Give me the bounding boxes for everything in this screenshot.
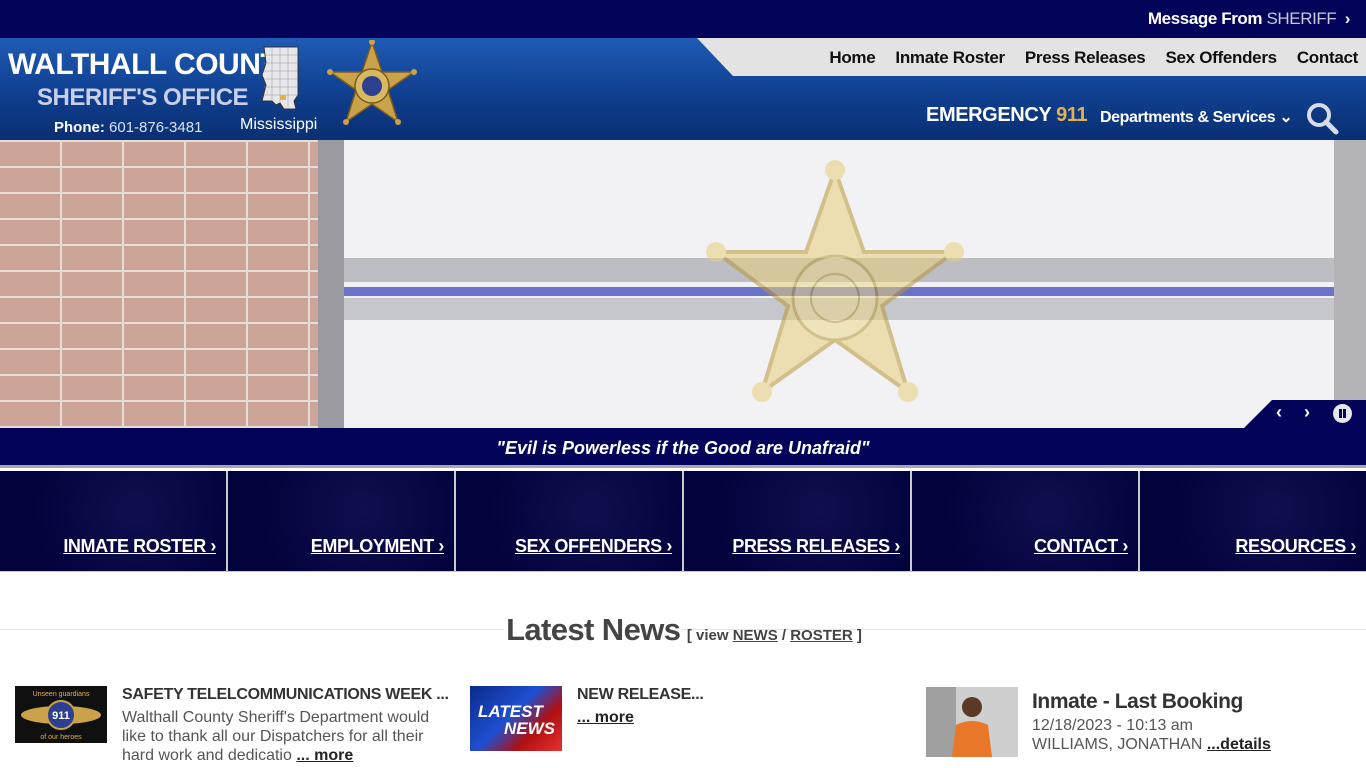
nav-home[interactable]: Home xyxy=(829,48,875,68)
state-label: Mississippi xyxy=(240,116,318,133)
nav-sex-offenders[interactable]: Sex Offenders xyxy=(1165,48,1277,68)
search-icon[interactable] xyxy=(1305,101,1339,135)
emergency-info: EMERGENCY 911 xyxy=(926,104,1088,127)
thumb-top-text: Unseen guardians xyxy=(33,691,90,698)
inmate-photo[interactable] xyxy=(926,687,1018,757)
latest-news-graphic: LATEST NEWS xyxy=(478,702,556,738)
sheriff-star-icon xyxy=(706,160,964,402)
inmate-avatar xyxy=(926,687,1018,757)
tile-press-releases[interactable]: PRESS RELEASES › xyxy=(684,471,910,571)
latest-news-title: Latest News xyxy=(504,612,683,647)
tile-label: SEX OFFENDERS › xyxy=(514,536,672,556)
bracket-close: ] xyxy=(856,627,862,644)
tile-sex-offenders[interactable]: SEX OFFENDERS › xyxy=(456,471,682,571)
news-body: Walthall County Sheriff's Department wou… xyxy=(122,708,442,765)
nav-contact[interactable]: Contact xyxy=(1297,48,1358,68)
inmate-section-title[interactable]: Inmate - Last Booking xyxy=(1032,690,1243,714)
emergency-number[interactable]: 911 xyxy=(1056,104,1087,126)
booking-date: 12/18/2023 - 10:13 am xyxy=(1032,717,1194,734)
mississippi-map-icon xyxy=(261,46,299,110)
thumb-911-text: 911 xyxy=(52,710,70,722)
nav-press-releases[interactable]: Press Releases xyxy=(1025,48,1146,68)
latest-news-heading: Latest News [ view NEWS / ROSTER ] xyxy=(0,612,1366,648)
tile-label: CONTACT › xyxy=(1033,536,1128,556)
view-news-link[interactable]: NEWS xyxy=(733,627,778,644)
phone-label: Phone: xyxy=(54,119,105,136)
nav-inmate-roster[interactable]: Inmate Roster xyxy=(895,48,1005,68)
message-highlight: SHERIFF xyxy=(1266,9,1337,28)
previous-slide-icon[interactable]: ‹ xyxy=(1276,402,1282,423)
message-label: Message From xyxy=(1147,9,1263,28)
message-from-sheriff-link[interactable]: Message From SHERIFF › xyxy=(1147,9,1351,29)
motto-banner: "Evil is Powerless if the Good are Unafr… xyxy=(0,428,1366,468)
view-roster-link[interactable]: ROSTER xyxy=(790,627,853,644)
departments-label: Departments & Services xyxy=(1100,109,1276,126)
site-title[interactable]: WALTHALL COUNTY xyxy=(8,48,298,82)
tile-inmate-roster[interactable]: INMATE ROSTER › xyxy=(0,471,226,571)
tile-label: EMPLOYMENT › xyxy=(310,536,445,556)
bracket-open: [ view xyxy=(686,627,729,644)
hero-slideshow xyxy=(0,140,1366,428)
departments-dropdown[interactable]: Departments & Services ⌄ xyxy=(1100,107,1293,127)
dispatcher-thumbnail[interactable]: 911 Unseen guardians of our heroes xyxy=(15,686,107,743)
911-emblem-icon: 911 Unseen guardians of our heroes xyxy=(21,691,101,741)
phone-info: Phone: 601-876-3481 xyxy=(54,119,202,136)
sheriff-badge-icon xyxy=(327,40,417,125)
thumb-news-text: NEWS xyxy=(504,719,556,738)
tile-label: RESOURCES › xyxy=(1235,536,1356,556)
site-subtitle[interactable]: SHERIFF'S OFFICE xyxy=(37,84,249,112)
view-links: [ view NEWS / ROSTER ] xyxy=(687,627,862,644)
chevron-right-icon: › xyxy=(1344,9,1351,28)
separator: / xyxy=(781,627,787,644)
latest-news-thumbnail[interactable]: LATEST NEWS xyxy=(470,686,562,751)
more-link[interactable]: ... more xyxy=(296,747,353,764)
emergency-label: EMERGENCY xyxy=(926,104,1051,126)
details-link[interactable]: ...details xyxy=(1207,736,1271,753)
tile-label: INMATE ROSTER › xyxy=(63,536,216,556)
phone-number[interactable]: 601-876-3481 xyxy=(109,119,202,136)
news-body-text: Walthall County Sheriff's Department wou… xyxy=(122,709,430,764)
brick-wall-image xyxy=(0,140,318,428)
news-body: ... more xyxy=(577,708,897,727)
inmate-name-text: WILLIAMS, JONATHAN xyxy=(1032,736,1203,753)
inmate-name: WILLIAMS, JONATHAN ...details xyxy=(1032,736,1271,754)
news-title[interactable]: NEW RELEASE... xyxy=(577,686,704,704)
news-title[interactable]: SAFETY TELELCOMMUNICATIONS WEEK ... xyxy=(122,686,449,704)
top-bar: Message From SHERIFF › xyxy=(0,0,1366,38)
quick-links: INMATE ROSTER › EMPLOYMENT › SEX OFFENDE… xyxy=(0,471,1366,572)
tile-resources[interactable]: RESOURCES › xyxy=(1140,471,1366,571)
more-link[interactable]: ... more xyxy=(577,709,634,726)
door-frame xyxy=(318,140,344,428)
pause-icon[interactable] xyxy=(1333,404,1352,423)
next-slide-icon[interactable]: › xyxy=(1304,402,1310,423)
main-nav: Home Inmate Roster Press Releases Sex Of… xyxy=(829,48,1358,68)
chevron-down-icon: ⌄ xyxy=(1279,109,1293,126)
tile-contact[interactable]: CONTACT › xyxy=(912,471,1138,571)
door-frame-right xyxy=(1334,140,1366,428)
thumb-bottom-text: of our heroes xyxy=(40,734,82,741)
tile-label: PRESS RELEASES › xyxy=(732,536,900,556)
tile-employment[interactable]: EMPLOYMENT › xyxy=(228,471,454,571)
